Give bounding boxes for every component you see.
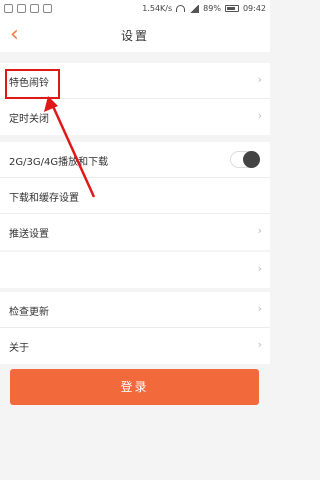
annotation-arrow-icon [44, 96, 96, 198]
